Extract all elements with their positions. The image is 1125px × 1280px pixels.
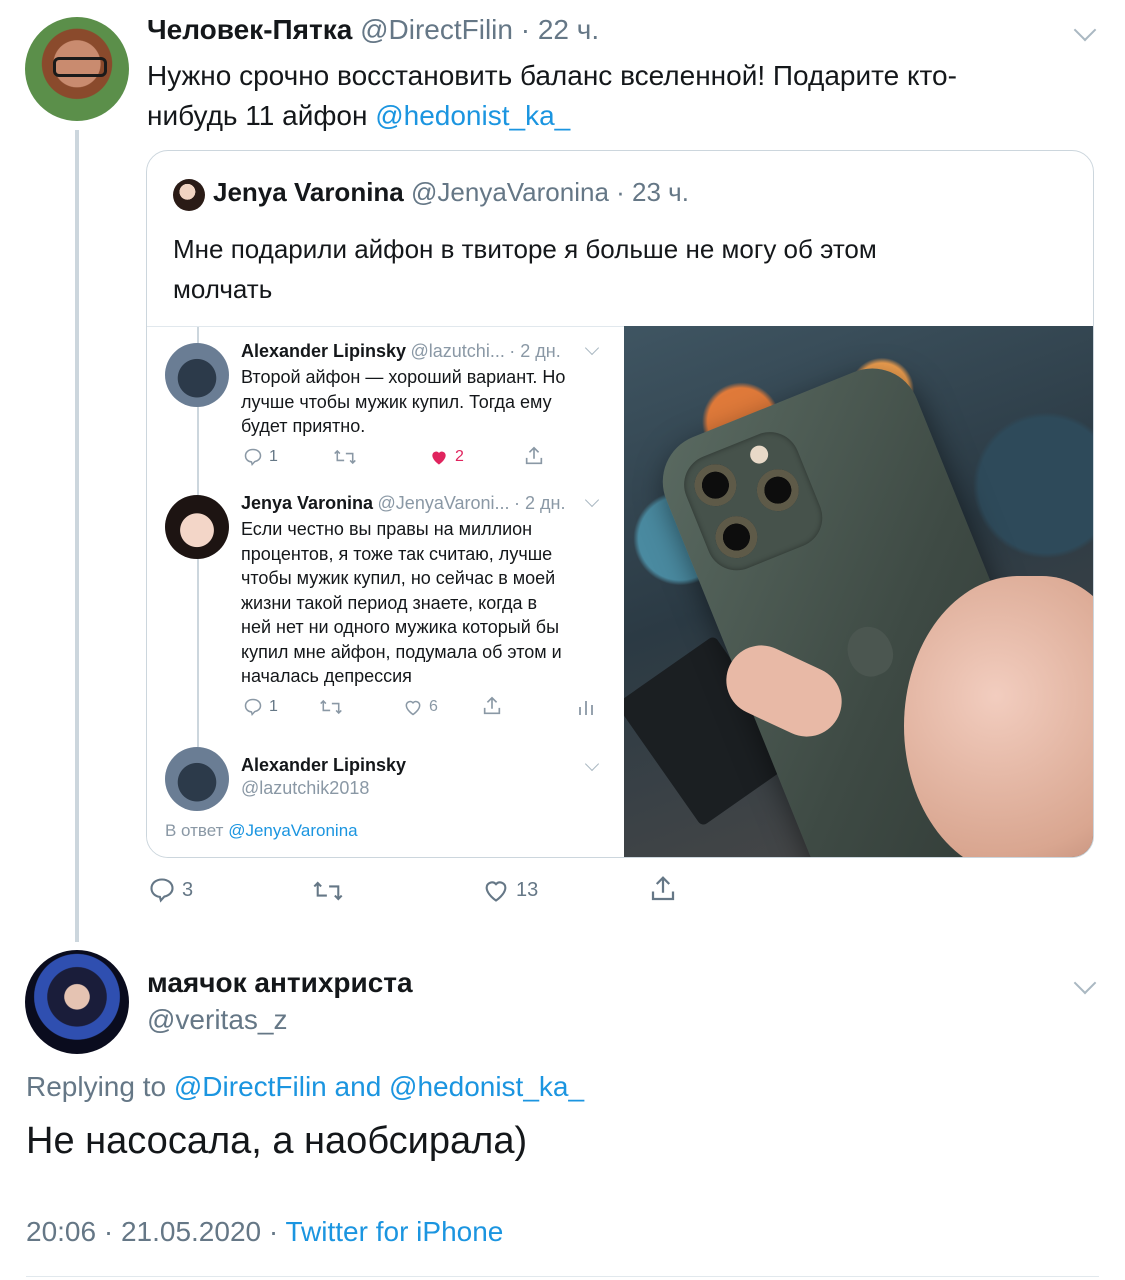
reply-timestamp: 20:06 · 21.05.2020 ·: [26, 1216, 279, 1247]
screenshot-name: Jenya Varonina: [241, 493, 374, 513]
screenshot-text-line: ней нет ни одного мужика который бы: [241, 617, 560, 637]
reply-meta: 20:06 · 21.05.2020 · Twitter for iPhone: [26, 1216, 503, 1248]
screenshot-handle: @lazutchik2018: [241, 778, 370, 798]
screenshot-text-line: чтобы мужик купил, но сейчас в моей: [241, 568, 556, 588]
mention-link[interactable]: @hedonist_ka_: [375, 100, 570, 131]
screenshot-name: Alexander Lipinsky: [241, 755, 407, 775]
tweet-time[interactable]: · 22 ч.: [521, 14, 599, 45]
divider: [26, 1276, 1099, 1277]
apple-logo-icon: [840, 619, 900, 683]
screenshot-text-line: Если честно вы правы на миллион: [241, 519, 533, 539]
screenshot-like: 2: [429, 447, 464, 467]
screenshot-text-line: процентов, я тоже так считаю, лучше: [241, 543, 553, 564]
screenshot-chevron-icon: [584, 492, 600, 508]
screenshot-text-line: жизни такой период знаете, когда в: [241, 592, 538, 613]
screenshot-chevron-icon: [584, 340, 600, 356]
screenshot-like-count: 2: [455, 448, 464, 465]
reply-icon: [244, 698, 262, 717]
screenshot-text-line: началась депрессия: [241, 666, 412, 686]
camera-module: [675, 423, 832, 580]
quoted-text: Мне подарили айфон в твиторе я больше не…: [173, 229, 1063, 309]
screenshot-share: [523, 445, 545, 467]
avatar[interactable]: [25, 17, 129, 121]
share-icon: [483, 696, 501, 715]
share-icon: [525, 446, 543, 465]
screenshot-reply-prefix: В ответ: [165, 821, 224, 840]
like-button[interactable]: 13: [482, 876, 538, 904]
quoted-avatar[interactable]: [173, 179, 205, 211]
replying-to: Replying to @DirectFilin and @hedonist_k…: [26, 1071, 584, 1103]
replying-to-link[interactable]: @DirectFilin: [174, 1071, 327, 1102]
camera-lens-icon: [709, 509, 764, 565]
like-count: 13: [516, 878, 539, 901]
quoted-tweet[interactable]: Jenya Varonina @JenyaVaronina · 23 ч. Мн…: [146, 150, 1094, 858]
camera-lens-icon: [688, 457, 743, 513]
reply-source-link[interactable]: Twitter for iPhone: [285, 1216, 503, 1247]
heart-icon: [485, 881, 507, 902]
thread-line: [75, 130, 79, 942]
tweet-text-line-1: Нужно срочно восстановить баланс вселенн…: [147, 60, 957, 91]
screenshot-text-line: купил мне айфон, подумала об этом и: [241, 641, 562, 662]
screenshot-time: · 2 дн.: [514, 493, 566, 513]
screenshot-like: 6: [403, 697, 438, 717]
reply-avatar[interactable]: [25, 950, 129, 1054]
flash-icon: [747, 442, 771, 467]
reply-text: Не насосала, а наобсирала): [26, 1120, 528, 1162]
reply-button[interactable]: 3: [148, 876, 193, 904]
screenshot-like-count: 6: [429, 698, 438, 715]
retweet-icon: [334, 449, 356, 465]
screenshot-reply-count: 1: [269, 698, 278, 715]
screenshot-reply-count: 1: [269, 448, 278, 465]
replying-to-link[interactable]: @hedonist_ka_: [389, 1071, 584, 1102]
screenshot-handle: @JenyaVaroni...: [377, 493, 510, 513]
screenshot-chevron-icon: [584, 756, 600, 772]
avatar-glasses: [53, 57, 107, 77]
screenshot-text-line: лучше чтобы мужик купил. Тогда ему: [241, 391, 552, 412]
quoted-text-line-1: Мне подарили айфон в твиторе я больше не…: [173, 234, 877, 264]
heart-icon: [405, 700, 421, 716]
screenshot-reply: 1: [243, 447, 278, 467]
screenshot-text-line: будет приятно.: [241, 416, 366, 436]
analytics-icon: [579, 701, 593, 715]
reply-author-handle[interactable]: @veritas_z: [147, 1004, 287, 1036]
heart-filled-icon: [432, 451, 446, 465]
screenshot-analytics: [577, 697, 595, 717]
screenshot-avatar: [165, 747, 229, 811]
reply-icon: [150, 878, 174, 903]
screenshot-reply-to: @JenyaVaronina: [228, 821, 358, 840]
quoted-time[interactable]: · 23 ч.: [616, 177, 689, 207]
share-button[interactable]: [648, 874, 678, 904]
retweet-icon: [313, 881, 343, 901]
share-icon: [651, 876, 675, 901]
screenshot-time: · 2 дн.: [509, 341, 561, 361]
chevron-down-icon[interactable]: [1073, 971, 1097, 995]
replying-to-and: and: [334, 1071, 382, 1102]
retweet-button[interactable]: [312, 878, 344, 904]
reply-count: 3: [182, 878, 194, 901]
chevron-down-icon[interactable]: [1073, 18, 1097, 42]
quoted-author-handle[interactable]: @JenyaVaronina: [411, 177, 609, 207]
screenshot-reply: 1: [243, 697, 278, 717]
retweet-icon: [320, 699, 342, 715]
author-name[interactable]: Человек-Пятка: [147, 14, 352, 45]
tweet-text-line-2: нибудь 11 айфон: [147, 100, 368, 131]
quoted-author-name[interactable]: Jenya Varonina: [213, 177, 404, 207]
quoted-image-photo[interactable]: [624, 326, 1093, 857]
screenshot-avatar: [165, 343, 229, 407]
author-handle[interactable]: @DirectFilin: [360, 14, 513, 45]
camera-lens-icon: [750, 462, 806, 518]
screenshot-share: [481, 695, 503, 717]
replying-to-label: Replying to: [26, 1071, 167, 1102]
screenshot-handle: @lazutchi...: [410, 341, 505, 361]
tweet-text: Нужно срочно восстановить баланс вселенн…: [147, 56, 1097, 136]
screenshot-text-line: Второй айфон — хороший вариант. Но: [241, 367, 566, 387]
quoted-text-line-2: молчать: [173, 274, 273, 304]
screenshot-avatar: [165, 495, 229, 559]
screenshot-retweet: [333, 447, 357, 467]
screenshot-name: Alexander Lipinsky: [241, 341, 407, 361]
reply-author-name[interactable]: маячок антихриста: [147, 967, 413, 999]
screenshot-retweet: [319, 697, 343, 717]
reply-icon: [244, 448, 262, 467]
quoted-image-screenshot[interactable]: Alexander Lipinsky @lazutchi... · 2 дн. …: [147, 326, 624, 857]
